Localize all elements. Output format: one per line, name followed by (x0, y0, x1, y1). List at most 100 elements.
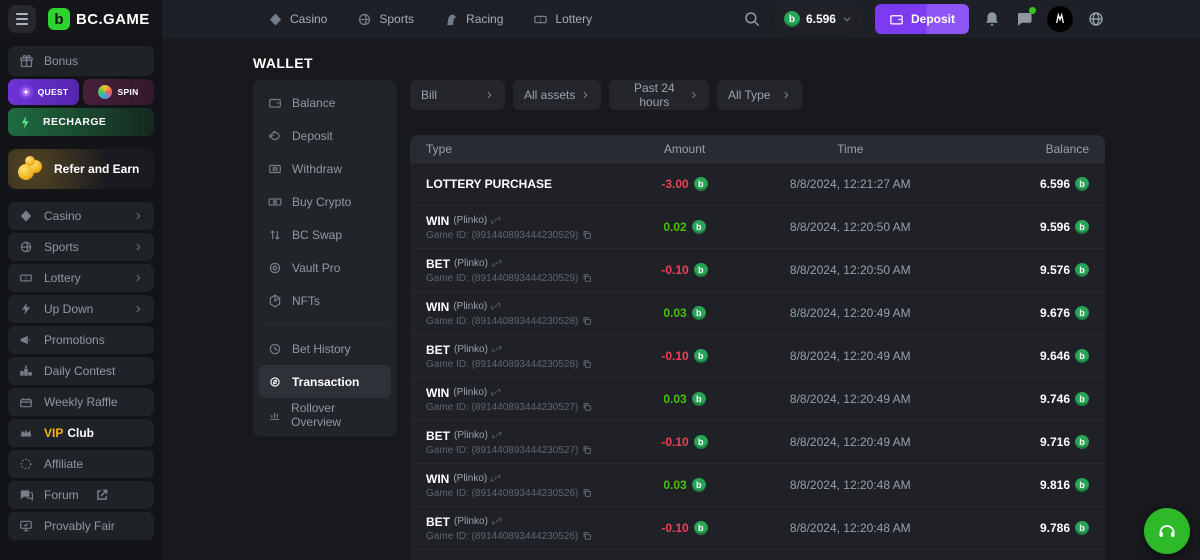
chevron-right-icon (689, 90, 698, 100)
copy-icon[interactable] (582, 488, 592, 498)
cell-time: 8/8/2024, 12:20:50 AM (757, 220, 943, 234)
sidebar-item-affiliate[interactable]: Affiliate (8, 450, 154, 478)
column-header-time: Time (757, 142, 943, 156)
copy-icon[interactable] (582, 359, 592, 369)
link-icon[interactable] (491, 474, 501, 484)
sidebar-item-provably-fair[interactable]: Provably Fair (8, 512, 154, 540)
transaction-table: Type Amount Time Balance LOTTERY PURCHAS… (410, 135, 1105, 560)
wallet-menu-label: Balance (292, 96, 335, 110)
wallet-menu-label: Transaction (292, 375, 359, 389)
table-row[interactable]: WIN (Plinko) Game ID: (89144089344423052… (410, 292, 1105, 335)
filter-type[interactable]: All Type (717, 80, 802, 110)
game-id: Game ID: (891440893444230527) (426, 445, 578, 456)
wallet-menu-buy-crypto[interactable]: Buy Crypto (259, 185, 391, 218)
coin-icon: b (692, 478, 706, 492)
clock-icon (268, 342, 282, 356)
amount-value: 0.03 (663, 478, 686, 492)
filter-assets[interactable]: All assets (513, 80, 601, 110)
bonus-button[interactable]: Bonus (8, 46, 154, 76)
quest-button[interactable]: QUEST (8, 79, 79, 105)
top-nav: Casino Sports Racing Lottery (268, 12, 592, 27)
sidebar-item-weekly-raffle[interactable]: Weekly Raffle (8, 388, 154, 416)
search-button[interactable] (743, 10, 761, 28)
topnav-lottery[interactable]: Lottery (533, 12, 592, 27)
wallet-menu-vault-pro[interactable]: Vault Pro (259, 251, 391, 284)
wallet-menu-withdraw[interactable]: Withdraw (259, 152, 391, 185)
copy-icon[interactable] (582, 531, 592, 541)
sidebar-item-updown[interactable]: Up Down (8, 295, 154, 323)
sidebar-item-lottery[interactable]: Lottery (8, 264, 154, 292)
cell-balance: 9.576 b (943, 263, 1089, 277)
wallet-menu-bc-swap[interactable]: BC Swap (259, 218, 391, 251)
quest-target-icon (19, 85, 33, 99)
link-icon[interactable] (491, 388, 501, 398)
podium-icon (19, 364, 33, 378)
copy-icon[interactable] (582, 230, 592, 240)
cell-amount: -0.10 b (612, 521, 758, 535)
copy-icon[interactable] (582, 402, 592, 412)
table-row[interactable]: WIN (Plinko) Game ID: (89144089344423052… (410, 206, 1105, 249)
wallet-menu-label: Withdraw (292, 162, 342, 176)
notifications-button[interactable] (983, 10, 1001, 28)
filter-bill[interactable]: Bill (410, 80, 505, 110)
sidebar-item-promotions[interactable]: Promotions (8, 326, 154, 354)
filter-time-range[interactable]: Past 24 hours (609, 80, 709, 110)
logo[interactable]: b BC.GAME (48, 8, 150, 30)
wallet-menu-rollover-overview[interactable]: Rollover Overview (259, 398, 391, 431)
table-row[interactable]: BET (Plinko) Game ID: (89144089344423052… (410, 507, 1105, 550)
copy-icon[interactable] (582, 316, 592, 326)
sidebar-item-sports[interactable]: Sports (8, 233, 154, 261)
spin-button[interactable]: SPIN (83, 79, 154, 105)
table-row[interactable]: LOTTERY PURCHASE -3.00 b 8/8/2024, 12:21… (410, 163, 1105, 206)
table-row[interactable]: BET (Plinko) Game ID: (89144089344423052… (410, 421, 1105, 464)
cell-time: 8/8/2024, 12:21:27 AM (757, 177, 943, 191)
cell-balance: 9.716 b (943, 435, 1089, 449)
game-id: Game ID: (891440893444230529) (426, 273, 578, 284)
link-icon[interactable] (492, 431, 502, 441)
racing-icon (444, 12, 459, 27)
refer-and-earn-button[interactable]: Refer and Earn (8, 149, 154, 189)
cell-time: 8/8/2024, 12:20:49 AM (757, 349, 943, 363)
topnav-racing[interactable]: Racing (444, 12, 503, 27)
link-icon[interactable] (492, 345, 502, 355)
hamburger-menu-button[interactable] (8, 5, 36, 33)
balance-selector[interactable]: b 6.596 (775, 5, 861, 33)
vault-icon (268, 261, 282, 275)
copy-icon[interactable] (582, 445, 592, 455)
deposit-button[interactable]: Deposit (875, 4, 969, 34)
chat-button[interactable] (1015, 10, 1033, 28)
link-icon[interactable] (491, 302, 501, 312)
sidebar-item-forum[interactable]: Forum (8, 481, 154, 509)
wallet-menu-deposit[interactable]: Deposit (259, 119, 391, 152)
cell-type: WIN (Plinko) Game ID: (89144089344423052… (426, 472, 612, 499)
bcgame-app: b BC.GAME Casino Sports Racing Lottery (0, 0, 1200, 560)
topnav-sports[interactable]: Sports (357, 12, 414, 27)
support-button[interactable] (1144, 508, 1190, 554)
copy-icon[interactable] (582, 273, 592, 283)
wallet-menu-nfts[interactable]: NFTs (259, 284, 391, 317)
link-icon[interactable] (492, 259, 502, 269)
wallet-menu-bet-history[interactable]: Bet History (259, 332, 391, 365)
table-row[interactable]: BET (Plinko) Game ID: (89144089344423052… (410, 249, 1105, 292)
logo-icon: b (48, 8, 70, 30)
sidebar-item-daily-contest[interactable]: Daily Contest (8, 357, 154, 385)
coin-icon: b (694, 177, 708, 191)
game-name: (Plinko) (454, 344, 488, 355)
sidebar-item-casino[interactable]: Casino (8, 202, 154, 230)
wallet-menu-transaction[interactable]: Transaction (259, 365, 391, 398)
table-row[interactable]: WIN (Plinko) Game ID: (89144089344423052… (410, 464, 1105, 507)
table-row[interactable]: BET (Plinko) Game ID: (89144089344423052… (410, 335, 1105, 378)
table-row[interactable]: WIN (Plinko) b b (410, 550, 1105, 560)
avatar[interactable] (1047, 6, 1073, 32)
link-icon[interactable] (492, 517, 502, 527)
topnav-casino[interactable]: Casino (268, 12, 327, 27)
wallet-menu-balance[interactable]: Balance (259, 86, 391, 119)
language-button[interactable] (1087, 10, 1105, 28)
game-id-line: Game ID: (891440893444230528) (426, 359, 612, 370)
table-row[interactable]: WIN (Plinko) Game ID: (89144089344423052… (410, 378, 1105, 421)
wallet-icon (889, 12, 904, 27)
coin-icon: b (694, 349, 708, 363)
sidebar-item-vip-club[interactable]: VIPClub (8, 419, 154, 447)
link-icon[interactable] (491, 216, 501, 226)
recharge-button[interactable]: RECHARGE (8, 108, 154, 136)
